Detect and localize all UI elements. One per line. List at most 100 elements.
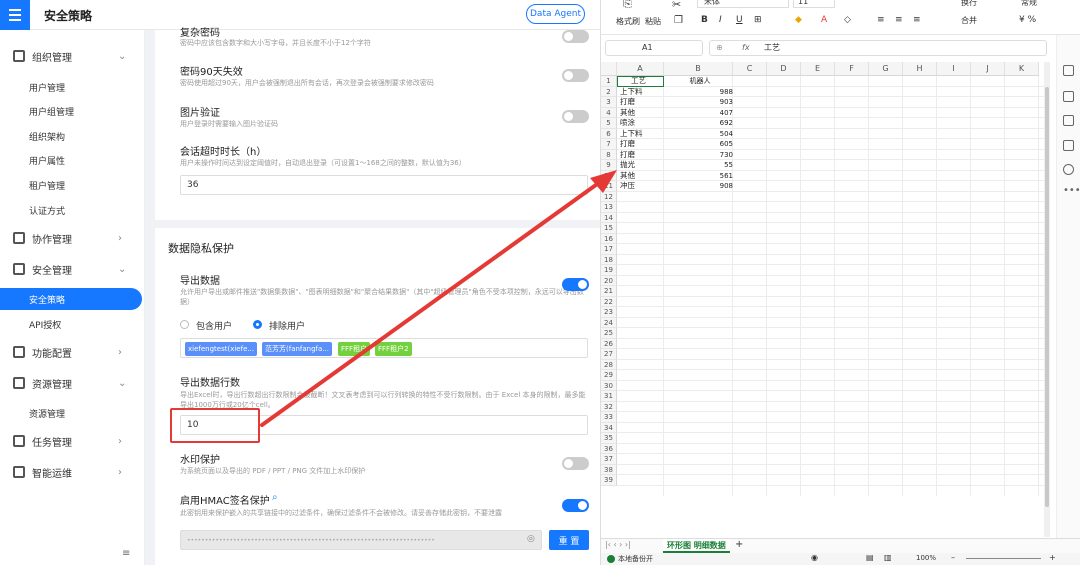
- hmac-secret-field[interactable]: ••••••••••••••••••••••••••••••••••••••••…: [180, 530, 542, 550]
- cursor-icon[interactable]: [1063, 65, 1074, 76]
- column-header-e[interactable]: E: [801, 62, 835, 76]
- sheet-nav-icon[interactable]: |‹ ‹ › ›|: [605, 540, 631, 549]
- reset-button[interactable]: 重 置: [549, 530, 589, 550]
- tenant-tag[interactable]: FFF租户2: [375, 342, 412, 356]
- number-format-select[interactable]: 常规: [1021, 0, 1037, 8]
- page-view-icon[interactable]: ▥: [884, 553, 892, 562]
- history-icon[interactable]: [1063, 164, 1074, 175]
- row-header[interactable]: 17: [601, 244, 617, 255]
- sidebar-group-features[interactable]: 功能配置 ›: [0, 340, 145, 364]
- table-cell[interactable]: 903: [667, 97, 733, 107]
- grid-corner[interactable]: [601, 62, 617, 76]
- row-header[interactable]: 7: [601, 139, 617, 150]
- sidebar-item-auth[interactable]: 认证方式: [0, 199, 145, 221]
- pwd90-toggle[interactable]: [562, 69, 589, 82]
- row-header[interactable]: 23: [601, 307, 617, 318]
- hmac-toggle[interactable]: [562, 499, 589, 512]
- eye-icon[interactable]: ◉: [811, 553, 818, 562]
- cell-b1[interactable]: 机器人: [667, 76, 733, 86]
- table-cell[interactable]: 504: [667, 129, 733, 139]
- search-icon[interactable]: ⌕: [272, 492, 278, 503]
- column-header-g[interactable]: G: [869, 62, 903, 76]
- table-cell[interactable]: 冲压: [620, 181, 635, 191]
- spreadsheet-grid[interactable]: A B C D E F G H I J K 1 2 3 4 5 6 7 8 9 10 11 12 13 14 15 16 17 18 19…: [601, 62, 1046, 537]
- row-header[interactable]: 31: [601, 391, 617, 402]
- column-header-f[interactable]: F: [835, 62, 869, 76]
- table-cell[interactable]: 55: [667, 160, 733, 170]
- bold-icon[interactable]: B: [701, 15, 708, 25]
- table-cell[interactable]: 上下料: [620, 87, 643, 97]
- row-header[interactable]: 15: [601, 223, 617, 234]
- table-cell[interactable]: 抛光: [620, 160, 635, 170]
- sidebar-item-resource-mgmt[interactable]: 资源管理: [0, 402, 145, 424]
- table-cell[interactable]: 561: [667, 171, 733, 181]
- table-cell[interactable]: 988: [667, 87, 733, 97]
- more-icon[interactable]: •••: [1063, 185, 1080, 196]
- sidebar-item-security-policy[interactable]: 安全策略: [0, 288, 142, 310]
- sidebar-item-users[interactable]: 用户管理: [0, 76, 145, 98]
- table-cell[interactable]: 407: [667, 108, 733, 118]
- sidebar-group-resources[interactable]: 资源管理 ⌄: [0, 371, 145, 395]
- row-header[interactable]: 10: [601, 170, 617, 181]
- column-header-b[interactable]: B: [664, 62, 733, 76]
- row-header[interactable]: 36: [601, 443, 617, 454]
- row-header[interactable]: 19: [601, 265, 617, 276]
- table-cell[interactable]: 打磨: [620, 139, 635, 149]
- row-header[interactable]: 26: [601, 338, 617, 349]
- tenant-tag[interactable]: FFF租户: [338, 342, 371, 356]
- formula-input[interactable]: ⊕ fx 工艺: [709, 40, 1047, 56]
- user-tag[interactable]: xiefengtest(xiefe...: [185, 342, 258, 356]
- zoom-slider[interactable]: [966, 558, 1041, 559]
- watermark-toggle[interactable]: [562, 457, 589, 470]
- table-cell[interactable]: 其他: [620, 108, 635, 118]
- row-header[interactable]: 38: [601, 464, 617, 475]
- user-tag[interactable]: 范芳芳(fanfangfa...: [262, 342, 332, 356]
- italic-icon[interactable]: I: [719, 15, 722, 25]
- row-header[interactable]: 35: [601, 433, 617, 444]
- sidebar-group-collab[interactable]: 协作管理 ›: [0, 226, 145, 250]
- column-header-k[interactable]: K: [1005, 62, 1039, 76]
- font-size-select[interactable]: 11: [793, 0, 835, 8]
- align-right-icon[interactable]: ≡: [913, 15, 921, 25]
- row-header[interactable]: 18: [601, 254, 617, 265]
- row-header[interactable]: 1: [601, 76, 617, 87]
- vertical-scrollbar[interactable]: [1044, 62, 1050, 537]
- row-header[interactable]: 30: [601, 380, 617, 391]
- format-painter-icon[interactable]: ⎘: [623, 0, 632, 11]
- row-header[interactable]: 14: [601, 212, 617, 223]
- radio-exclude-users[interactable]: [253, 320, 262, 329]
- table-cell[interactable]: 打磨: [620, 97, 635, 107]
- fill-color-icon[interactable]: ◆: [795, 15, 802, 25]
- note-icon[interactable]: [1063, 115, 1074, 126]
- timeout-input[interactable]: 36: [180, 175, 588, 195]
- row-header[interactable]: 27: [601, 349, 617, 360]
- merge-button[interactable]: 合并: [961, 15, 977, 26]
- collapse-sidebar-icon[interactable]: ≡: [122, 548, 130, 559]
- row-header[interactable]: 12: [601, 191, 617, 202]
- captcha-toggle[interactable]: [562, 110, 589, 123]
- row-header[interactable]: 9: [601, 160, 617, 171]
- row-header[interactable]: 24: [601, 317, 617, 328]
- eraser-icon[interactable]: ◇: [844, 15, 851, 25]
- normal-view-icon[interactable]: ▤: [866, 553, 874, 562]
- menu-icon[interactable]: [0, 0, 30, 30]
- row-header[interactable]: 6: [601, 128, 617, 139]
- row-header[interactable]: 32: [601, 401, 617, 412]
- sidebar-item-user-attributes[interactable]: 用户属性: [0, 149, 145, 171]
- border-icon[interactable]: ⊞: [754, 15, 762, 25]
- row-header[interactable]: 5: [601, 118, 617, 129]
- row-header[interactable]: 3: [601, 97, 617, 108]
- row-header[interactable]: 33: [601, 412, 617, 423]
- paste-button[interactable]: 粘贴: [645, 16, 661, 27]
- table-cell[interactable]: 908: [667, 181, 733, 191]
- sheet-tab-active[interactable]: 环形图 明细数据: [663, 539, 730, 553]
- row-header[interactable]: 21: [601, 286, 617, 297]
- table-cell[interactable]: 692: [667, 118, 733, 128]
- row-header[interactable]: 28: [601, 359, 617, 370]
- zoom-out-icon[interactable]: –: [951, 553, 955, 562]
- column-header-h[interactable]: H: [903, 62, 937, 76]
- sidebar-group-org[interactable]: 组织管理 ⌄: [0, 44, 145, 68]
- row-header[interactable]: 2: [601, 86, 617, 97]
- column-header-c[interactable]: C: [733, 62, 767, 76]
- add-sheet-icon[interactable]: +: [735, 539, 743, 550]
